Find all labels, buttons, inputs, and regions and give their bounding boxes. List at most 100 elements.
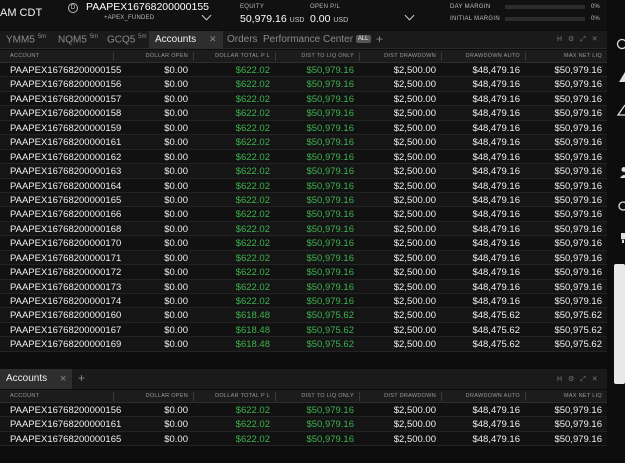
target-icon[interactable]: [613, 38, 625, 50]
table-row[interactable]: PAAPEX16768200000157 $0.00 $622.02 $50,979.…: [0, 92, 607, 107]
tab-performance-center[interactable]: Performance Center ALL: [263, 34, 371, 45]
table-row[interactable]: PAAPEX16768200000162 $0.00 $622.02 $50,979.…: [0, 150, 607, 165]
tab-accounts-close-icon[interactable]: ✕: [209, 34, 217, 45]
clock-label: AM CDT: [0, 7, 43, 19]
dollar-open-cell: $0.00: [164, 93, 188, 105]
dollar-total-pl-cell: $622.02: [235, 252, 270, 264]
accounts-table-2-header: ACCOUNT DOLLAR OPEN DOLLAR TOTAL P L DIS…: [0, 390, 607, 403]
table-row[interactable]: PAAPEX16768200000165 $0.00 $622.02 $50,979.…: [0, 432, 607, 447]
dollar-total-pl-cell: $622.02: [235, 79, 270, 91]
initial-margin-label: INITIAL MARGIN: [450, 16, 500, 22]
table-row[interactable]: PAAPEX16768200000173 $0.00 $622.02 $50,979.…: [0, 279, 607, 294]
panel2-tab-close-icon[interactable]: ×: [60, 373, 66, 385]
table-row[interactable]: PAAPEX16768200000172 $0.00 $622.02 $50,979.…: [0, 265, 607, 280]
max-net-liq-cell: $50,979.16: [554, 223, 602, 235]
account-cell: PAAPEX16768200000172: [10, 267, 122, 279]
account-type-icon: D: [68, 3, 78, 13]
table-row[interactable]: PAAPEX16768200000163 $0.00 $622.02 $50,979.…: [0, 164, 607, 179]
col-dollar-open[interactable]: DOLLAR OPEN: [146, 53, 188, 59]
panel-window-controls[interactable]: H ⚙ ⤢ ✕: [557, 35, 600, 44]
account-dropdown-chevron-icon[interactable]: [201, 10, 212, 21]
pin-icon[interactable]: [613, 71, 625, 83]
col2-dist-to-liq[interactable]: DIST TO LIQ ONLY: [301, 393, 354, 399]
account-cell: PAAPEX16768200000160: [10, 310, 122, 322]
dollar-open-cell: $0.00: [164, 339, 188, 351]
col2-dist-drawdown[interactable]: DIST DRAWDOWN: [384, 393, 436, 399]
drawdown-auto-cell: $48,479.16: [472, 137, 520, 149]
dist-to-liq-cell: $50,979.16: [306, 419, 354, 431]
col2-drawdown-auto[interactable]: DRAWDOWN AUTO: [466, 393, 520, 399]
table-row[interactable]: PAAPEX16768200000174 $0.00 $622.02 $50,979.…: [0, 294, 607, 309]
max-net-liq-cell: $50,979.16: [554, 151, 602, 163]
table-row[interactable]: PAAPEX16768200000161 $0.00 $622.02 $50,979.…: [0, 417, 607, 432]
panel2-add-tab-plus-icon[interactable]: +: [78, 371, 85, 385]
dollar-open-cell: $0.00: [164, 238, 188, 250]
dist-to-liq-cell: $50,979.16: [306, 137, 354, 149]
table-row[interactable]: PAAPEX16768200000167 $0.00 $618.48 $50,975.…: [0, 323, 607, 338]
col-drawdown-auto[interactable]: DRAWDOWN AUTO: [466, 53, 520, 59]
table-row[interactable]: PAAPEX16768200000170 $0.00 $622.02 $50,979.…: [0, 236, 607, 251]
dollar-total-pl-cell: $622.02: [235, 209, 270, 221]
all-badge: ALL: [355, 35, 371, 43]
col2-dollar-total-pl[interactable]: DOLLAR TOTAL P L: [215, 393, 270, 399]
col2-dollar-open[interactable]: DOLLAR OPEN: [146, 393, 188, 399]
col-max-net-liq[interactable]: MAX NET LIQ: [564, 53, 602, 59]
search-icon[interactable]: [613, 200, 625, 212]
user-icon[interactable]: [613, 166, 625, 178]
col2-max-net-liq[interactable]: MAX NET LIQ: [564, 393, 602, 399]
dist-to-liq-cell: $50,979.16: [306, 108, 354, 120]
dollar-total-pl-cell: $622.02: [235, 405, 270, 416]
max-net-liq-cell: $50,979.16: [554, 93, 602, 105]
dist-drawdown-cell: $2,500.00: [393, 310, 436, 322]
account-cell: PAAPEX16768200000168: [10, 223, 122, 235]
drawdown-auto-cell: $48,479.16: [472, 419, 520, 431]
dollar-open-cell: $0.00: [164, 151, 188, 163]
table-row[interactable]: PAAPEX16768200000155 $0.00 $622.02 $50,979.…: [0, 63, 607, 78]
table-row[interactable]: PAAPEX16768200000166 $0.00 $622.02 $50,979.…: [0, 207, 607, 222]
equity-dropdown-chevron-icon[interactable]: [404, 10, 415, 21]
table-row[interactable]: PAAPEX16768200000164 $0.00 $622.02 $50,979.…: [0, 179, 607, 193]
table-row[interactable]: PAAPEX16768200000156 $0.00 $622.02 $50,979.…: [0, 77, 607, 92]
drawdown-auto-cell: $48,479.16: [472, 194, 520, 206]
tab-gcq5[interactable]: GCQ5 5m: [107, 34, 146, 45]
col-dollar-total-pl[interactable]: DOLLAR TOTAL P L: [215, 53, 270, 59]
tab-orders[interactable]: Orders: [227, 34, 258, 45]
dist-to-liq-cell: $50,979.16: [306, 296, 354, 307]
table-row[interactable]: PAAPEX16768200000158 $0.00 $622.02 $50,979.…: [0, 106, 607, 121]
table-row[interactable]: PAAPEX16768200000159 $0.00 $622.02 $50,979.…: [0, 121, 607, 136]
drawdown-auto-cell: $48,479.16: [472, 433, 520, 445]
max-net-liq-cell: $50,975.62: [554, 324, 602, 336]
account-selector-name[interactable]: PAAPEX16768200000155: [86, 1, 209, 13]
trophy-icon[interactable]: [613, 232, 625, 244]
day-margin-percent: 0%: [591, 4, 600, 10]
account-cell: PAAPEX16768200000169: [10, 339, 122, 351]
col-dist-to-liq[interactable]: DIST TO LIQ ONLY: [301, 53, 354, 59]
add-tab-plus-icon[interactable]: +: [376, 32, 383, 46]
table-row[interactable]: PAAPEX16768200000165 $0.00 $622.02 $50,979.…: [0, 192, 607, 208]
dollar-open-cell: $0.00: [164, 405, 188, 416]
table-row[interactable]: PAAPEX16768200000168 $0.00 $622.02 $50,979.…: [0, 221, 607, 237]
drawdown-auto-cell: $48,479.16: [472, 79, 520, 91]
dist-drawdown-cell: $2,500.00: [393, 108, 436, 120]
triangle-icon[interactable]: [613, 104, 625, 116]
tab-nqm5[interactable]: NQM5 5m: [58, 34, 98, 45]
dist-to-liq-cell: $50,979.16: [306, 65, 354, 76]
col-dist-drawdown[interactable]: DIST DRAWDOWN: [384, 53, 436, 59]
dollar-total-pl-cell: $622.02: [235, 433, 270, 445]
col-account[interactable]: ACCOUNT: [10, 53, 39, 59]
table-row[interactable]: PAAPEX16768200000156 $0.00 $622.02 $50,979.…: [0, 403, 607, 418]
table-row[interactable]: PAAPEX16768200000160 $0.00 $618.48 $50,975.…: [0, 308, 607, 323]
table-row[interactable]: PAAPEX16768200000161 $0.00 $622.02 $50,979.…: [0, 135, 607, 150]
table-row[interactable]: PAAPEX16768200000171 $0.00 $622.02 $50,979.…: [0, 250, 607, 266]
account-cell: PAAPEX16768200000162: [10, 151, 122, 163]
tab-ymm5[interactable]: YMM5 5m: [6, 34, 46, 45]
equity-value: 50,979.16 USD: [240, 13, 305, 25]
dollar-open-cell: $0.00: [164, 137, 188, 149]
dist-to-liq-cell: $50,979.16: [306, 194, 354, 206]
drawdown-auto-cell: $48,479.16: [472, 151, 520, 163]
panel2-window-controls[interactable]: H ⚙ ⤢ ✕: [557, 375, 600, 384]
table-row[interactable]: PAAPEX16768200000169 $0.00 $618.48 $50,975.…: [0, 337, 607, 352]
col2-account[interactable]: ACCOUNT: [10, 393, 39, 399]
side-scroll-handle[interactable]: [614, 264, 625, 384]
dollar-open-cell: $0.00: [164, 223, 188, 235]
